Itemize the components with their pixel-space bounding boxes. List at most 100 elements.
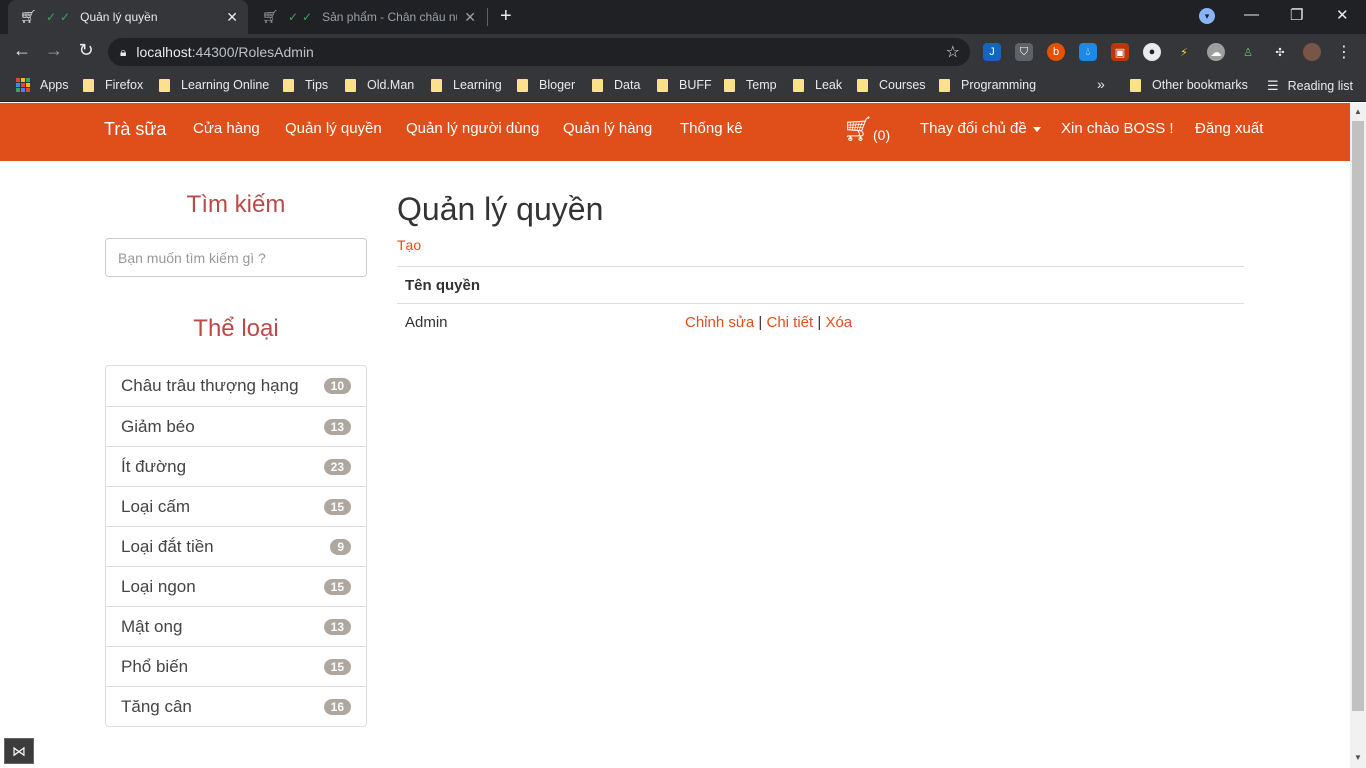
page-title: Quản lý quyền [397, 191, 604, 227]
category-item[interactable]: Ít đường 23 [106, 446, 366, 486]
count-badge: 13 [323, 418, 351, 435]
greeting-link[interactable]: Xin chào BOSS ! [1061, 120, 1174, 137]
bookmark-folder[interactable]: Tips [283, 78, 328, 92]
details-link[interactable]: Chi tiết [767, 314, 814, 331]
count-badge: 15 [323, 498, 351, 515]
bookmarks-overflow-icon[interactable]: » [1097, 76, 1105, 92]
tab-title: Quản lý quyền [80, 10, 158, 24]
bookmark-folder[interactable]: Learning Online [159, 78, 269, 92]
bookmark-apps[interactable]: Apps [16, 78, 69, 92]
logout-link[interactable]: Đăng xuất [1195, 120, 1263, 137]
back-icon[interactable]: ← [10, 40, 34, 61]
nav-stats[interactable]: Thống kê [680, 120, 743, 137]
scroll-up-icon[interactable]: ▲ [1354, 107, 1362, 116]
check-icons: ✓✓ [288, 10, 317, 24]
extension-person-icon[interactable]: ♙ [1239, 43, 1257, 61]
close-tab-icon[interactable]: ✕ [464, 9, 476, 26]
folder-icon [83, 78, 94, 92]
caret-down-icon [1032, 126, 1041, 132]
row-actions: Chỉnh sửa | Chi tiết | Xóa [685, 314, 852, 331]
cart-favicon-icon: 🛒︎ [262, 9, 279, 24]
scrollbar-thumb[interactable] [1352, 121, 1364, 711]
bookmark-star-icon[interactable]: ☆ [946, 42, 960, 62]
extension-b-icon[interactable]: b [1047, 43, 1065, 61]
bookmark-folder[interactable]: Programming [939, 78, 1036, 92]
category-item[interactable]: Loại đắt tiền 9 [106, 526, 366, 566]
category-item[interactable]: Phổ biến 15 [106, 646, 366, 686]
page-scrollbar[interactable]: ▲ ▼ [1350, 103, 1366, 768]
extension-j-icon[interactable]: J [983, 43, 1001, 61]
apps-grid-icon [16, 78, 30, 92]
forward-icon[interactable]: → [42, 40, 66, 61]
theme-dropdown[interactable]: Thay đổi chủ đề [920, 120, 1041, 137]
separator: | [758, 314, 763, 331]
folder-icon [159, 78, 170, 92]
nav-roles[interactable]: Quản lý quyền [285, 120, 382, 137]
minimize-icon[interactable]: — [1244, 6, 1259, 23]
extension-shield-icon[interactable]: ⛉ [1015, 43, 1033, 61]
address-bar[interactable]: 🔒︎ localhost:44300/RolesAdmin ☆ [108, 38, 970, 66]
role-name-cell: Admin [405, 314, 448, 331]
nav-products[interactable]: Quản lý hàng [563, 120, 652, 137]
cart-favicon-icon: 🛒︎ [20, 9, 37, 24]
category-item[interactable]: Giảm béo 13 [106, 406, 366, 446]
tab-search-icon[interactable]: ▾ [1199, 8, 1215, 24]
bookmark-folder[interactable]: Old.Man [345, 78, 414, 92]
roles-table: Tên quyền Admin Chỉnh sửa | Chi tiết | X… [397, 266, 1244, 341]
category-item[interactable]: Mật ong 13 [106, 606, 366, 646]
count-badge: 15 [323, 578, 351, 595]
extension-badge-icon[interactable]: ☁ [1207, 43, 1225, 61]
tab-products[interactable]: 🛒︎ ✓✓ Sản phẩm - Chân châu nu ✕ [250, 0, 486, 34]
tab-roles-admin[interactable]: 🛒︎ ✓✓ Quản lý quyền ✕ [8, 0, 248, 34]
extension-bolt-icon[interactable]: ⚡︎ [1175, 43, 1193, 61]
new-tab-icon[interactable]: + [500, 5, 512, 28]
bookmarks-bar: Apps Firefox Learning Online Tips Old.Ma… [0, 70, 1366, 102]
nav-users[interactable]: Quản lý người dùng [406, 120, 539, 137]
folder-icon [345, 78, 356, 92]
count-badge: 23 [323, 458, 351, 475]
site-brand[interactable]: Trà sữa [104, 119, 166, 140]
category-item[interactable]: Tăng cân 16 [106, 686, 366, 726]
extension-circle-icon[interactable]: ● [1143, 43, 1161, 61]
category-item[interactable]: Châu trâu thượng hạng 10 [106, 366, 366, 406]
category-item[interactable]: Loại cấm 15 [106, 486, 366, 526]
menu-kebab-icon[interactable]: ⋮ [1335, 43, 1353, 61]
restore-icon[interactable]: ❐ [1290, 6, 1303, 24]
create-link[interactable]: Tạo [397, 237, 421, 253]
delete-link[interactable]: Xóa [825, 314, 852, 331]
bookmark-folder[interactable]: Learning [431, 78, 502, 92]
search-heading: Tìm kiếm [186, 191, 286, 218]
bookmark-folder[interactable]: Courses [857, 78, 926, 92]
bookmark-folder[interactable]: BUFF [657, 78, 712, 92]
visual-studio-icon[interactable]: ⋈ [4, 738, 34, 764]
bookmark-folder[interactable]: Data [592, 78, 640, 92]
profile-avatar[interactable] [1303, 43, 1321, 61]
reading-list[interactable]: ☰ Reading list [1267, 78, 1353, 94]
close-window-icon[interactable]: ✕ [1336, 6, 1349, 24]
search-input[interactable] [105, 238, 367, 277]
page-viewport: Trà sữa Cửa hàng Quản lý quyền Quản lý n… [0, 103, 1350, 768]
reading-list-icon: ☰ [1267, 78, 1279, 93]
column-role-name: Tên quyền [405, 276, 481, 294]
reload-icon[interactable]: ↻ [74, 40, 98, 61]
cart-count[interactable]: (0) [873, 127, 890, 143]
extensions-puzzle-icon[interactable]: ✣ [1271, 43, 1289, 61]
cart-icon[interactable]: 🛒︎ [843, 115, 873, 144]
folder-icon [517, 78, 528, 92]
category-item[interactable]: Loại ngon 15 [106, 566, 366, 606]
extension-tv-icon[interactable]: ▣ [1111, 43, 1129, 61]
extension-drop-icon[interactable]: 💧︎ [1079, 43, 1097, 61]
other-bookmarks[interactable]: Other bookmarks [1130, 78, 1248, 92]
close-tab-icon[interactable]: ✕ [226, 9, 238, 26]
count-badge: 13 [323, 618, 351, 635]
bookmark-folder[interactable]: Leak [793, 78, 842, 92]
nav-store[interactable]: Cửa hàng [193, 120, 260, 137]
scroll-down-icon[interactable]: ▼ [1354, 753, 1362, 762]
folder-icon [1130, 78, 1141, 92]
folder-icon [657, 78, 668, 92]
count-badge: 10 [323, 378, 351, 394]
bookmark-folder[interactable]: Bloger [517, 78, 575, 92]
edit-link[interactable]: Chỉnh sửa [685, 314, 754, 331]
bookmark-folder[interactable]: Temp [724, 78, 777, 92]
bookmark-folder[interactable]: Firefox [83, 78, 143, 92]
